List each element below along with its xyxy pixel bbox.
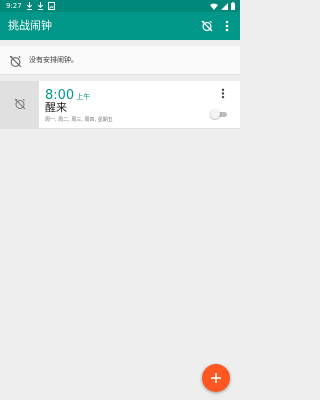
battery-icon — [231, 2, 235, 10]
alarm-ampm: 上午 — [76, 93, 91, 101]
download-icon — [26, 2, 33, 10]
alarm-off-icon — [14, 95, 26, 114]
image-icon — [48, 2, 55, 10]
app-bar: 挑战闹钟 — [0, 12, 240, 40]
status-time: 9:27 — [6, 2, 22, 10]
download-icon — [37, 2, 44, 10]
alarm-card[interactable]: 8:00 上午 醒来 周一, 周二, 周三, 周四, 星期五 — [0, 81, 240, 129]
plus-icon — [210, 369, 222, 388]
alarm-label: 醒来 — [45, 101, 67, 114]
wifi-icon — [210, 3, 218, 10]
overflow-menu-button[interactable] — [219, 18, 235, 34]
alarm-status-panel[interactable] — [0, 81, 39, 128]
app-title: 挑战闹钟 — [8, 19, 52, 32]
notification-icons — [26, 2, 55, 10]
toggle-thumb — [210, 109, 220, 119]
alarm-off-icon — [201, 17, 213, 36]
alarm-off-icon — [9, 53, 22, 72]
status-bar: 9:27 — [0, 0, 240, 12]
alarm-menu-button[interactable] — [221, 84, 225, 103]
alarm-off-button[interactable] — [199, 18, 215, 34]
signal-icon — [221, 2, 228, 10]
alarm-days: 周一, 周二, 周三, 周四, 星期五 — [45, 117, 113, 123]
more-vert-icon — [225, 17, 229, 36]
alarm-enable-toggle[interactable] — [210, 109, 228, 119]
system-icons — [210, 2, 235, 10]
banner-text: 没有安排闹钟。 — [29, 56, 78, 64]
more-vert-icon — [221, 84, 225, 103]
add-alarm-button[interactable] — [202, 364, 230, 392]
no-alarm-banner: 没有安排闹钟。 — [0, 46, 240, 75]
